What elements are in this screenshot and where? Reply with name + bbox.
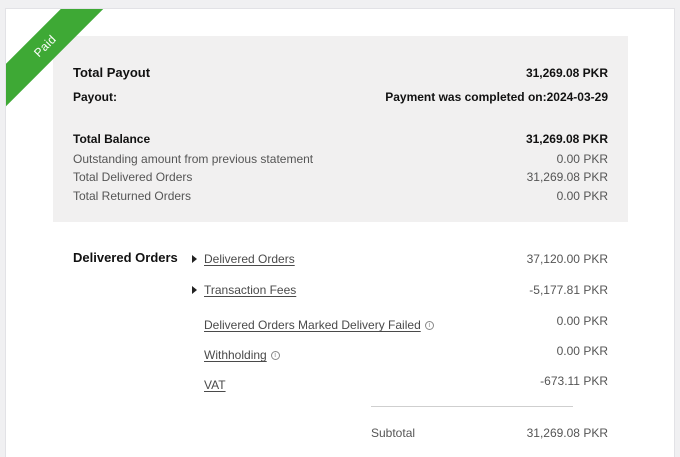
transaction-fees-value: -5,177.81 PKR <box>529 283 608 297</box>
payout-status: Payment was completed on:2024-03-29 <box>385 90 608 104</box>
outstanding-value: 0.00 PKR <box>556 152 608 166</box>
total-delivered-label: Total Delivered Orders <box>73 170 193 184</box>
total-balance-row: Total Balance 31,269.08 PKR <box>73 132 608 146</box>
vat-value: -673.11 PKR <box>540 374 608 388</box>
total-delivered-value: 31,269.08 PKR <box>526 170 608 184</box>
subtotal-label: Subtotal <box>371 426 416 440</box>
outstanding-row: Outstanding amount from previous stateme… <box>73 152 608 166</box>
delivered-orders-item: Delivered Orders 37,120.00 PKR <box>192 252 608 266</box>
total-returned-label: Total Returned Orders <box>73 189 192 203</box>
info-circle-icon[interactable]: i <box>424 320 434 330</box>
transaction-fees-item: Transaction Fees -5,177.81 PKR <box>192 283 608 297</box>
payout-row: Payout: Payment was completed on:2024-03… <box>73 90 608 104</box>
delivery-failed-value: 0.00 PKR <box>556 314 608 328</box>
total-balance-label: Total Balance <box>73 132 151 146</box>
payout-statement-card: Paid Total Payout 31,269.08 PKR Payout: … <box>5 8 675 457</box>
total-delivered-row: Total Delivered Orders 31,269.08 PKR <box>73 170 608 184</box>
total-payout-row: Total Payout 31,269.08 PKR <box>73 65 608 80</box>
withholding-link[interactable]: Withholding <box>204 348 267 362</box>
status-ribbon: Paid <box>6 9 106 109</box>
delivery-failed-item: Delivered Orders Marked Delivery Failed … <box>192 314 608 332</box>
withholding-item: Withholding i 0.00 PKR <box>192 344 608 362</box>
info-circle-icon[interactable]: i <box>270 350 280 360</box>
delivered-orders-link[interactable]: Delivered Orders <box>204 252 295 266</box>
withholding-value: 0.00 PKR <box>556 344 608 358</box>
status-ribbon-wrap: Paid <box>6 9 106 109</box>
total-balance-value: 31,269.08 PKR <box>525 132 608 146</box>
subtotal-divider <box>371 406 573 407</box>
total-payout-value: 31,269.08 PKR <box>525 66 608 80</box>
transaction-fees-link[interactable]: Transaction Fees <box>204 283 296 297</box>
delivered-orders-title: Delivered Orders <box>73 250 178 265</box>
vat-item: VAT -673.11 PKR <box>192 374 608 392</box>
caret-right-icon[interactable] <box>192 255 197 263</box>
outstanding-label: Outstanding amount from previous stateme… <box>73 152 314 166</box>
vat-link[interactable]: VAT <box>204 378 226 392</box>
delivery-failed-link[interactable]: Delivered Orders Marked Delivery Failed <box>204 318 421 332</box>
caret-right-icon[interactable] <box>192 286 197 294</box>
total-returned-row: Total Returned Orders 0.00 PKR <box>73 189 608 203</box>
total-returned-value: 0.00 PKR <box>556 189 608 203</box>
subtotal-row: Subtotal 31,269.08 PKR <box>371 426 608 440</box>
delivered-orders-value: 37,120.00 PKR <box>526 252 608 266</box>
summary-panel: Total Payout 31,269.08 PKR Payout: Payme… <box>53 36 628 222</box>
subtotal-value: 31,269.08 PKR <box>526 426 608 440</box>
